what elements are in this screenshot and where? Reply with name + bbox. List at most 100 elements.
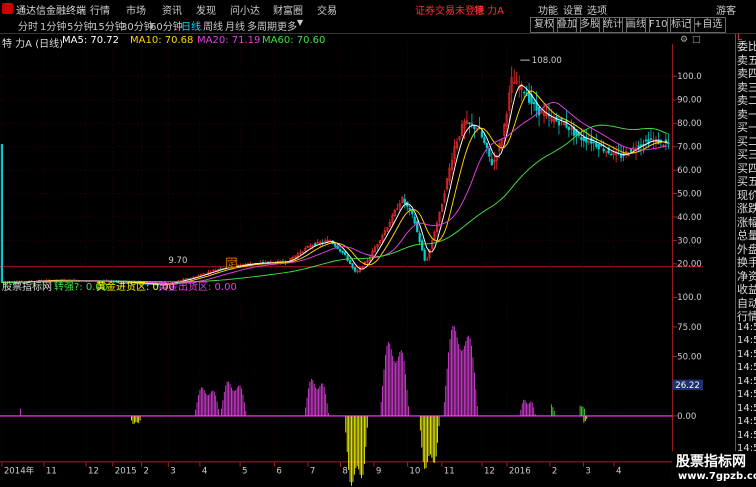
y-tick-main: 20.00	[677, 260, 702, 270]
user-label[interactable]: 游客	[716, 2, 736, 17]
candle-body	[408, 207, 411, 210]
candle-body	[353, 267, 357, 272]
settings-icon[interactable]: ⚙	[680, 35, 688, 45]
candle-body	[314, 243, 317, 246]
candle-body	[532, 102, 536, 105]
candle-body	[580, 137, 583, 141]
maximize-icon[interactable]: □	[692, 35, 701, 45]
candle-body	[483, 137, 486, 144]
panel-row-21: 14:50	[737, 321, 756, 333]
period-monthly[interactable]: 月线	[225, 18, 245, 33]
menu-shichang[interactable]: 市场	[126, 2, 146, 17]
candle-body	[341, 250, 344, 254]
panel-row-23: 14:50	[737, 348, 756, 360]
panel-row-28: 14:50	[737, 416, 756, 427]
x-tick: 12	[88, 466, 99, 476]
main-y-axis: 100.0 90.00 80.00 70.00 60.00 50.00 40.00 30.00…	[672, 72, 702, 270]
app-title: 通达信金融终端	[16, 6, 86, 17]
x-tick: 2015	[115, 466, 137, 476]
menu-jiaoyi[interactable]: 交易	[317, 2, 337, 17]
menu-gongneng[interactable]: 功能	[538, 2, 558, 17]
title-bar: 通达信金融终端 行情 市场 资讯 发现 问小达 财富圈 交易 证券交易未登录 特…	[0, 0, 756, 18]
period-more[interactable]: 更多	[277, 18, 297, 33]
tool-add-watchlist[interactable]: +自选	[690, 17, 727, 33]
candle-body	[488, 148, 491, 157]
candle-body	[473, 125, 476, 129]
period-15min[interactable]: 15分钟	[92, 18, 125, 33]
candle-body	[423, 249, 426, 261]
menu-wenxiaoda[interactable]: 问小达	[230, 2, 260, 17]
indicator-current-value: 26.22	[675, 381, 700, 391]
x-tick: 2014年	[4, 464, 35, 476]
candle-body	[421, 240, 424, 251]
stock-name: 特 力A	[474, 6, 505, 17]
candle-body	[595, 142, 598, 147]
y-tick-main: 70.00	[677, 143, 702, 153]
period-daily[interactable]: 日线	[181, 18, 201, 33]
candle-body	[644, 139, 648, 142]
x-tick: 8	[342, 466, 347, 476]
period-bar: 分时 1分钟 5分钟 15分钟 30分钟 60分钟 日线 周线 月线 多周期 更…	[0, 17, 756, 34]
indicator-name[interactable]: 股票指标网	[2, 278, 52, 293]
candle-body	[597, 143, 600, 150]
candle-body	[346, 255, 349, 261]
period-1min[interactable]: 1分钟	[40, 18, 66, 33]
low-price-label: 9.70	[168, 256, 187, 266]
marker-label: 定	[228, 258, 237, 270]
x-tick: 5	[242, 466, 247, 476]
period-5min[interactable]: 5分钟	[67, 18, 93, 33]
chevron-down-icon[interactable]: ▼	[297, 18, 303, 27]
candle-body	[348, 260, 352, 265]
y-tick-main: 40.00	[677, 213, 702, 223]
candle-body	[418, 232, 421, 243]
menu-faxian[interactable]: 发现	[196, 2, 216, 17]
period-weekly[interactable]: 周线	[203, 18, 223, 33]
candle-body	[413, 216, 416, 224]
candle-body	[582, 137, 585, 142]
menu-hangqing[interactable]: 行情	[90, 2, 110, 17]
ma60-label: MA60: 70.60	[262, 35, 326, 46]
watermark-url: www.7gpzb.com	[678, 471, 756, 482]
y-tick-main: 100.0	[677, 72, 702, 82]
period-30min[interactable]: 30分钟	[121, 18, 154, 33]
x-tick: 11	[444, 466, 455, 476]
x-tick: 12	[484, 466, 495, 476]
y-tick-main: 80.00	[677, 119, 702, 129]
menu-shezhi[interactable]: 设置	[563, 2, 583, 17]
period-multi[interactable]: 多周期	[247, 18, 277, 33]
x-tick: 9	[376, 466, 381, 476]
menu-zixun[interactable]: 资讯	[162, 2, 182, 17]
candle-body	[468, 122, 471, 125]
candle-body	[523, 92, 526, 94]
y-tick-main: 90.00	[677, 96, 702, 106]
candle-body	[610, 153, 613, 156]
candle-body	[590, 137, 593, 144]
ma5-label: MA5: 70.72	[62, 35, 120, 46]
y-tick-indicator: 0.00	[677, 412, 696, 422]
candle-body	[403, 198, 406, 204]
candle-body	[339, 248, 342, 252]
period-fenshi[interactable]: 分时	[18, 18, 38, 33]
stock-period-label: 特 力A (日线)	[2, 39, 64, 50]
candle-body	[602, 148, 605, 152]
y-tick-indicator: 100.0	[677, 293, 702, 303]
panel-row-22: 14:50	[737, 335, 756, 346]
menu-caifuquan[interactable]: 财富圈	[273, 2, 303, 17]
candle-body	[567, 126, 571, 131]
menu-xuanxiang[interactable]: 选项	[587, 2, 607, 17]
x-tick: 6	[276, 466, 281, 476]
candle-body	[565, 120, 568, 128]
y-tick-main: 50.00	[677, 189, 702, 199]
y-tick-indicator: 50.00	[677, 352, 702, 362]
candle-body	[480, 131, 483, 138]
kline-chart[interactable]: 100.0 90.00 80.00 70.00 60.00 50.00 40.00 3 0.00…	[0, 34, 703, 487]
candle-body	[629, 148, 633, 153]
x-tick: 3	[585, 466, 590, 476]
x-tick: 11	[46, 466, 57, 476]
app-logo-icon	[2, 3, 13, 14]
y-tick-main: 60.00	[677, 166, 702, 176]
candle-body	[334, 243, 337, 247]
peak-price-label: 108.00	[532, 56, 562, 66]
period-60min[interactable]: 60分钟	[150, 18, 183, 33]
watermark-title: 股票指标网	[676, 454, 746, 470]
